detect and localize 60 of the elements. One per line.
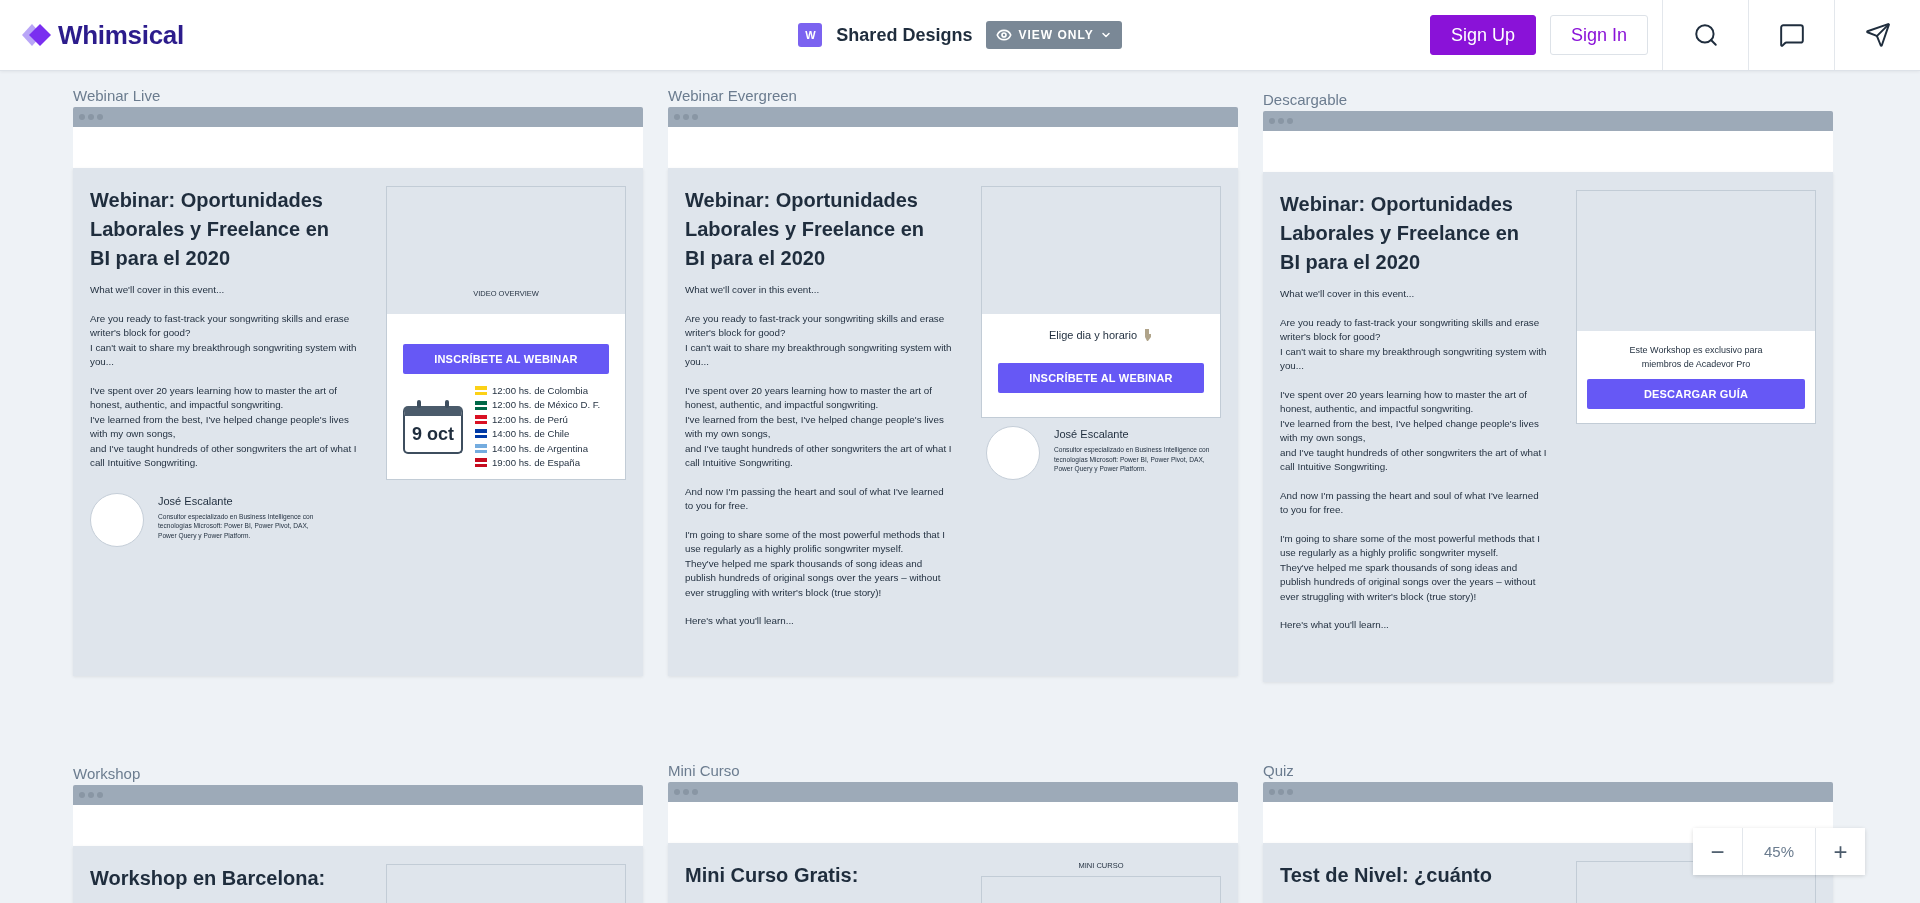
body-text: I've spent over 20 years learning how to master the art of honest, authentic, and impactful songwriting. I've learned from the best, I've helped change people's lives with my own songs, and I've taught hundreds of other songwriters the art of what I call Intuitive Songwriting. bbox=[685, 383, 953, 470]
register-button[interactable]: INSCRÍBETE AL WEBINAR bbox=[998, 363, 1204, 393]
download-button[interactable]: DESCARGAR GUÍA bbox=[1587, 379, 1805, 409]
body-text: And now I'm passing the heart and soul of what I've learned to you for free. bbox=[685, 484, 945, 513]
frame-title: Test de Nivel: ¿cuánto bbox=[1280, 863, 1493, 888]
share-button[interactable] bbox=[1834, 0, 1920, 70]
body-text: I'm going to share some of the most powerful methods that I use regularly as a highly prolific songwriter myself. They've helped me spark thousands of song ideas and publish hundreds of original songs over the years – without ever struggling with writer's block (true story)! bbox=[1280, 531, 1541, 604]
prompt-text: Elige dia y horario bbox=[1048, 328, 1138, 341]
avatar bbox=[986, 426, 1040, 480]
body-text: Are you ready to fast-track your songwriting skills and erase writer's block for good? I can't wait to share my breakthrough songwriting system with you... bbox=[1280, 315, 1548, 373]
body-text: Are you ready to fast-track your songwriting skills and erase writer's block for good? I can't wait to share my breakthrough songwriting system with you... bbox=[685, 311, 953, 369]
body-text: Are you ready to fast-track your songwriting skills and erase writer's block for good? I can't wait to share my breakthrough songwriting system with you... bbox=[90, 311, 358, 369]
members-note: Este Workshop es exclusivo para miembros de Acadevor Pro bbox=[1628, 344, 1764, 371]
frame-title: Webinar: Oportunidades Laborales y Freelance en BI para el 2020 bbox=[685, 188, 925, 271]
frame-label: Webinar Evergreen bbox=[668, 87, 798, 105]
frame-title: Webinar: Oportunidades Laborales y Freelance en BI para el 2020 bbox=[90, 188, 330, 271]
schedule-time: 12:00 hs. de Perú bbox=[492, 412, 568, 427]
body-text: Here's what you'll learn... bbox=[1280, 618, 1390, 632]
board-badge: W bbox=[798, 23, 823, 47]
frame-title: Mini Curso Gratis: bbox=[685, 863, 860, 888]
sign-up-button[interactable]: Sign Up bbox=[1429, 15, 1536, 55]
body-text: I'm going to share some of the most powerful methods that I use regularly as a highly prolific songwriter myself. They've helped me spark thousands of song ideas and publish hundreds of original songs over the years – without ever struggling with writer's block (true story)! bbox=[685, 527, 946, 600]
body-text: I've spent over 20 years learning how to master the art of honest, authentic, and impactful songwriting. I've learned from the best, I've helped change people's lives with my own songs, and I've taught hundreds of other songwriters the art of what I call Intuitive Songwriting. bbox=[1280, 387, 1548, 474]
view-only-button[interactable]: VIEW ONLY bbox=[986, 21, 1122, 49]
logo-icon bbox=[22, 23, 52, 47]
zoom-out-button[interactable]: − bbox=[1693, 828, 1742, 875]
schedule-time: 14:00 hs. de Chile bbox=[492, 427, 570, 441]
body-text: I've spent over 20 years learning how to master the art of honest, authentic, and impactful songwriting. I've learned from the best, I've helped change people's lives with my own songs, and I've taught hundreds of other songwriters the art of what I call Intuitive Songwriting. bbox=[90, 383, 358, 470]
frame-label: Descargable bbox=[1263, 91, 1349, 109]
paper-plane-icon bbox=[1864, 22, 1891, 48]
frame-label: Quiz bbox=[1263, 762, 1295, 780]
schedule-time: 12:00 hs. de México D. F. bbox=[492, 398, 601, 412]
avatar bbox=[90, 492, 144, 547]
zoom-in-button[interactable]: + bbox=[1816, 828, 1865, 875]
calendar-date: 9 oct bbox=[403, 399, 463, 454]
body-text: What we'll cover in this event... bbox=[90, 283, 226, 297]
body-text: Here's what you'll learn... bbox=[685, 614, 795, 628]
body-text: What we'll cover in this event... bbox=[1280, 287, 1416, 301]
author-name: José Escalante bbox=[1054, 428, 1130, 440]
logo-text: Whimsical bbox=[58, 19, 184, 51]
author-name: José Escalante bbox=[158, 494, 234, 507]
frame-label: Workshop bbox=[73, 765, 142, 783]
register-button[interactable]: INSCRÍBETE AL WEBINAR bbox=[403, 344, 609, 374]
body-text: And now I'm passing the heart and soul of what I've learned to you for free. bbox=[1280, 488, 1540, 517]
comments-button[interactable] bbox=[1748, 0, 1834, 70]
frame-label: Mini Curso bbox=[668, 762, 741, 780]
frame-label: Webinar Live bbox=[73, 87, 162, 105]
pointing-hand-icon bbox=[1143, 328, 1154, 341]
frame-title: Workshop en Barcelona: bbox=[90, 866, 327, 891]
search-button[interactable] bbox=[1662, 0, 1748, 70]
board-title: Shared Designs bbox=[836, 24, 973, 46]
body-text: What we'll cover in this event... bbox=[685, 283, 821, 297]
schedule-time: 12:00 hs. de Colombia bbox=[492, 384, 588, 398]
schedule-time: 14:00 hs. de Argentina bbox=[492, 441, 588, 456]
schedule-time: 19:00 hs. de España bbox=[492, 456, 580, 470]
comment-icon bbox=[1778, 22, 1805, 48]
eye-icon bbox=[996, 27, 1013, 43]
sign-in-button[interactable]: Sign In bbox=[1549, 15, 1648, 55]
search-icon bbox=[1692, 22, 1719, 48]
frame-title: Webinar: Oportunidades Laborales y Freelance en BI para el 2020 bbox=[1280, 192, 1520, 275]
